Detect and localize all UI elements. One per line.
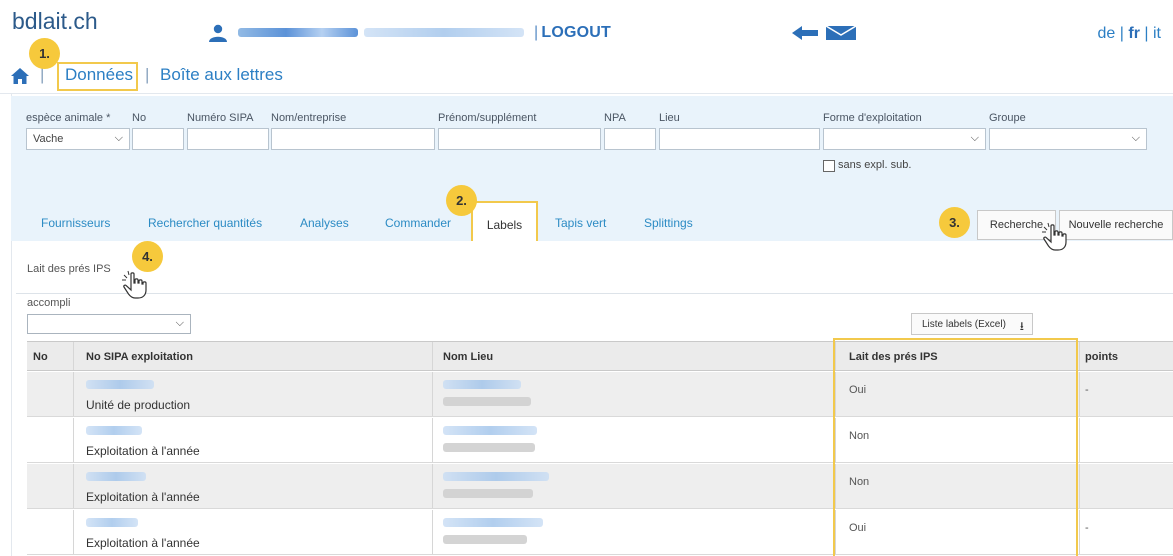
hand-cursor-icon xyxy=(1042,222,1067,251)
name-redacted xyxy=(443,472,549,481)
label-no: No xyxy=(132,112,147,124)
header-sipa[interactable]: No SIPA exploitation xyxy=(86,351,193,363)
prenom-input[interactable] xyxy=(438,128,601,150)
tab-labels[interactable]: Labels xyxy=(471,201,538,245)
tab-fournisseurs[interactable]: Fournisseurs xyxy=(41,216,110,230)
espece-value: Vache xyxy=(33,133,64,145)
user-icon xyxy=(209,24,227,42)
tab-analyses[interactable]: Analyses xyxy=(300,216,349,230)
logout-label: LOGOUT xyxy=(541,24,611,41)
step-marker-3: 3. xyxy=(939,207,970,238)
site-logo[interactable]: bdlait.ch xyxy=(12,8,98,35)
step-marker-2: 2. xyxy=(446,185,477,216)
cell-type: Unité de production xyxy=(86,398,191,412)
excel-button-label: Liste labels (Excel) xyxy=(922,319,1006,330)
label-espece: espèce animale * xyxy=(26,112,111,124)
language-switcher: de | fr | it xyxy=(1097,25,1161,42)
hand-cursor-icon xyxy=(122,270,147,299)
sipa-redacted xyxy=(86,380,154,389)
cell-type: Exploitation à l'année xyxy=(86,536,200,550)
user-name-redacted xyxy=(238,24,528,42)
sipa-redacted xyxy=(86,472,146,481)
lang-fr[interactable]: fr xyxy=(1128,25,1140,42)
lieu-input[interactable] xyxy=(659,128,820,150)
top-header: bdlait.ch | LOGOUT de | fr | it xyxy=(0,0,1173,58)
place-redacted xyxy=(443,489,533,498)
home-icon[interactable] xyxy=(11,68,29,84)
nav-boite-aux-lettres[interactable]: Boîte aux lettres xyxy=(160,65,283,85)
cell-points: - xyxy=(1085,522,1089,534)
cell-points: - xyxy=(1085,384,1089,396)
header-points[interactable]: points xyxy=(1085,351,1118,363)
forme-select[interactable]: ⌵ xyxy=(823,128,986,150)
lang-de[interactable]: de xyxy=(1098,25,1116,42)
cell-type: Exploitation à l'année xyxy=(86,490,200,504)
accompli-label: accompli xyxy=(27,297,71,309)
logout-link[interactable]: | LOGOUT xyxy=(534,24,611,42)
sipa-redacted xyxy=(86,426,142,435)
label-sipa: Numéro SIPA xyxy=(187,112,254,124)
label-forme: Forme d'exploitation xyxy=(823,112,922,124)
header-nom-lieu[interactable]: Nom Lieu xyxy=(443,351,493,363)
subtab-divider xyxy=(16,293,1173,294)
highlight-lait-ips-column xyxy=(833,338,1078,556)
name-redacted xyxy=(443,426,537,435)
nav-separator: | xyxy=(145,65,150,84)
lang-it[interactable]: it xyxy=(1153,25,1161,42)
step-marker-4: 4. xyxy=(132,241,163,272)
chevron-down-icon: ⌵ xyxy=(1131,132,1140,144)
tab-splittings[interactable]: Splittings xyxy=(644,216,693,230)
chevron-down-icon: ⌵ xyxy=(114,132,123,144)
label-prenom: Prénom/supplément xyxy=(438,112,537,124)
place-redacted xyxy=(443,535,527,544)
step-marker-1: 1. xyxy=(29,38,60,69)
entreprise-input[interactable] xyxy=(271,128,435,150)
highlight-donnees xyxy=(57,62,138,91)
liste-labels-excel-button[interactable]: Liste labels (Excel) ⭳ xyxy=(911,313,1033,335)
npa-input[interactable] xyxy=(604,128,656,150)
no-input[interactable] xyxy=(132,128,184,150)
label-groupe: Groupe xyxy=(989,112,1026,124)
main-nav: | Données | Boîte aux lettres xyxy=(0,58,1173,94)
back-mail-icon[interactable] xyxy=(790,24,860,42)
name-redacted xyxy=(443,380,521,389)
place-redacted xyxy=(443,397,531,406)
sipa-redacted xyxy=(86,518,138,527)
header-no[interactable]: No xyxy=(33,351,48,363)
groupe-select[interactable]: ⌵ xyxy=(989,128,1147,150)
sipa-input[interactable] xyxy=(187,128,269,150)
tab-tapis-vert[interactable]: Tapis vert xyxy=(555,216,606,230)
accompli-select[interactable]: ⌵ xyxy=(27,314,191,334)
label-npa: NPA xyxy=(604,112,626,124)
label-entreprise: Nom/entreprise xyxy=(271,112,347,124)
espece-select[interactable]: Vache ⌵ xyxy=(26,128,130,150)
sans-expl-label: sans expl. sub. xyxy=(838,159,912,171)
subtab-lait-des-pres[interactable]: Lait des prés IPS xyxy=(27,263,111,275)
tab-rechercher-quantites[interactable]: Rechercher quantités xyxy=(148,216,262,230)
name-redacted xyxy=(443,518,543,527)
tab-commander[interactable]: Commander xyxy=(385,216,451,230)
cell-type: Exploitation à l'année xyxy=(86,444,200,458)
chevron-down-icon: ⌵ xyxy=(970,132,979,144)
nouvelle-recherche-button[interactable]: Nouvelle recherche xyxy=(1059,210,1173,240)
label-lieu: Lieu xyxy=(659,112,680,124)
sans-expl-checkbox[interactable] xyxy=(823,160,835,172)
place-redacted xyxy=(443,443,535,452)
tab-labels-text: Labels xyxy=(486,218,523,232)
download-icon: ⭳ xyxy=(1019,319,1024,333)
chevron-down-icon: ⌵ xyxy=(175,317,184,329)
